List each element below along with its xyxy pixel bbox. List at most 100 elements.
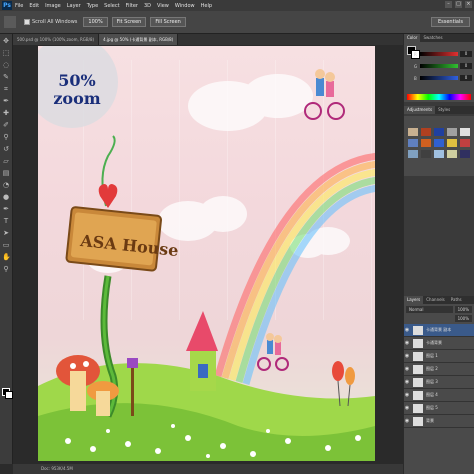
minimize-button[interactable]: –	[445, 1, 452, 8]
blur-tool-icon[interactable]: ◔	[2, 181, 10, 189]
style-swatch[interactable]	[434, 139, 444, 147]
photoshop-logo: Ps	[2, 1, 12, 10]
brush-tool-icon[interactable]: ✐	[2, 121, 10, 129]
layer-row[interactable]: ◉ 图层 3	[404, 376, 474, 389]
stamp-tool-icon[interactable]: ⚲	[2, 133, 10, 141]
menu-select[interactable]: Select	[104, 3, 119, 9]
blend-mode-select[interactable]: Normal	[406, 306, 453, 313]
path-select-tool-icon[interactable]: ➤	[2, 229, 10, 237]
style-swatch[interactable]	[447, 139, 457, 147]
tab-paths[interactable]: Paths	[448, 296, 465, 304]
tab-styles[interactable]: Styles	[435, 106, 453, 114]
maximize-button[interactable]: □	[455, 1, 462, 8]
slider-r[interactable]	[420, 52, 458, 56]
slider-g-value[interactable]: 0	[460, 63, 472, 69]
slider-b-label: B	[414, 76, 417, 81]
hand-tool-icon[interactable]: ✋	[2, 253, 11, 261]
style-swatch[interactable]	[421, 128, 431, 136]
history-brush-tool-icon[interactable]: ↺	[2, 145, 10, 153]
workspace-switcher[interactable]: Essentials	[430, 17, 470, 27]
eraser-tool-icon[interactable]: ▱	[2, 157, 10, 165]
type-tool-icon[interactable]: T	[2, 217, 10, 225]
layer-row[interactable]: ◉ 卡通背景 副本	[404, 324, 474, 337]
eye-icon[interactable]: ◉	[404, 340, 410, 346]
rainbow	[214, 152, 375, 385]
slider-g-label: G	[414, 64, 418, 69]
marquee-tool-icon[interactable]: ⬚	[2, 49, 10, 57]
pen-tool-icon[interactable]: ✒	[2, 205, 10, 213]
menu-file[interactable]: File	[15, 3, 23, 9]
background-color-swatch[interactable]	[5, 391, 13, 399]
gradient-tool-icon[interactable]: ▤	[2, 169, 10, 177]
menu-help[interactable]: Help	[201, 3, 212, 9]
layer-thumbnail	[413, 377, 423, 387]
tab-document-1[interactable]: 500.psd @ 100% (100%,zoom, RGB/8)	[13, 34, 100, 45]
zoom-tool-icon[interactable]: ⚲	[2, 265, 10, 273]
fill-field[interactable]: 100%	[454, 315, 472, 322]
tab-swatches[interactable]: Swatches	[420, 34, 445, 42]
scroll-all-checkbox[interactable]	[24, 19, 30, 25]
dodge-tool-icon[interactable]: ●	[2, 193, 10, 201]
style-swatch[interactable]	[421, 150, 431, 158]
slider-g[interactable]	[420, 64, 458, 68]
layer-row[interactable]: ◉ 背景	[404, 415, 474, 428]
zoom-100-button[interactable]: 100%	[83, 17, 108, 27]
style-swatch[interactable]	[434, 150, 444, 158]
slider-b[interactable]	[420, 76, 458, 80]
fit-screen-button[interactable]: Fit Screen	[111, 17, 147, 27]
close-button[interactable]: ×	[465, 1, 472, 8]
tab-channels[interactable]: Channels	[423, 296, 448, 304]
fill-screen-button[interactable]: Fill Screen	[150, 17, 186, 27]
layer-row[interactable]: ◉ 图层 1	[404, 350, 474, 363]
layer-row[interactable]: ◉ 卡通背景	[404, 337, 474, 350]
style-swatch[interactable]	[408, 150, 418, 158]
eye-icon[interactable]: ◉	[404, 405, 410, 411]
image-canvas[interactable]: ASA House 50% zoom	[38, 46, 375, 461]
style-swatch[interactable]	[460, 150, 470, 158]
layer-row[interactable]: ◉ 图层 5	[404, 402, 474, 415]
lasso-tool-icon[interactable]: ◌	[2, 61, 10, 69]
crop-tool-icon[interactable]: ⌗	[2, 85, 10, 93]
zoom-tool-icon[interactable]	[4, 16, 16, 28]
style-swatch[interactable]	[447, 150, 457, 158]
eye-icon[interactable]: ◉	[404, 366, 410, 372]
layer-name: 卡通背景 副本	[426, 327, 452, 332]
tab-layers[interactable]: Layers	[404, 296, 424, 304]
eye-icon[interactable]: ◉	[404, 353, 410, 359]
layer-row[interactable]: ◉ 图层 2	[404, 363, 474, 376]
style-swatch[interactable]	[408, 128, 418, 136]
style-swatch[interactable]	[460, 128, 470, 136]
quick-select-tool-icon[interactable]: ✎	[2, 73, 10, 81]
menu-view[interactable]: View	[157, 3, 169, 9]
tab-adjustments[interactable]: Adjustments	[404, 106, 436, 114]
style-swatch[interactable]	[460, 139, 470, 147]
eyedropper-tool-icon[interactable]: ✒	[2, 97, 10, 105]
slider-r-value[interactable]: 0	[460, 51, 472, 57]
menu-layer[interactable]: Layer	[67, 3, 81, 9]
eye-icon[interactable]: ◉	[404, 418, 410, 424]
opacity-field[interactable]: 100%	[454, 306, 472, 313]
menu-image[interactable]: Image	[45, 3, 61, 9]
menu-3d[interactable]: 3D	[144, 3, 151, 9]
tab-document-2[interactable]: 4.jpg @ 50% (卡通背景 副本, RGB/8)	[99, 34, 179, 45]
shape-tool-icon[interactable]: ▭	[2, 241, 10, 249]
tab-color[interactable]: Color	[404, 34, 421, 42]
eye-icon[interactable]: ◉	[404, 392, 410, 398]
color-spectrum[interactable]	[407, 94, 471, 100]
color-panel: R 0 G 0 B 0	[404, 42, 474, 102]
healing-tool-icon[interactable]: ✚	[2, 109, 10, 117]
menu-type[interactable]: Type	[87, 3, 98, 9]
menu-filter[interactable]: Filter	[126, 3, 138, 9]
style-swatch[interactable]	[421, 139, 431, 147]
eye-icon[interactable]: ◉	[404, 379, 410, 385]
adjust-panel-tabs: Adjustments Styles	[404, 106, 474, 114]
slider-b-value[interactable]: 0	[460, 75, 472, 81]
style-swatch[interactable]	[434, 128, 444, 136]
menu-window[interactable]: Window	[175, 3, 195, 9]
menu-edit[interactable]: Edit	[29, 3, 39, 9]
move-tool-icon[interactable]: ✥	[2, 37, 10, 45]
layer-row[interactable]: ◉ 图层 4	[404, 389, 474, 402]
style-swatch[interactable]	[447, 128, 457, 136]
eye-icon[interactable]: ◉	[404, 327, 410, 333]
style-swatch[interactable]	[408, 139, 418, 147]
